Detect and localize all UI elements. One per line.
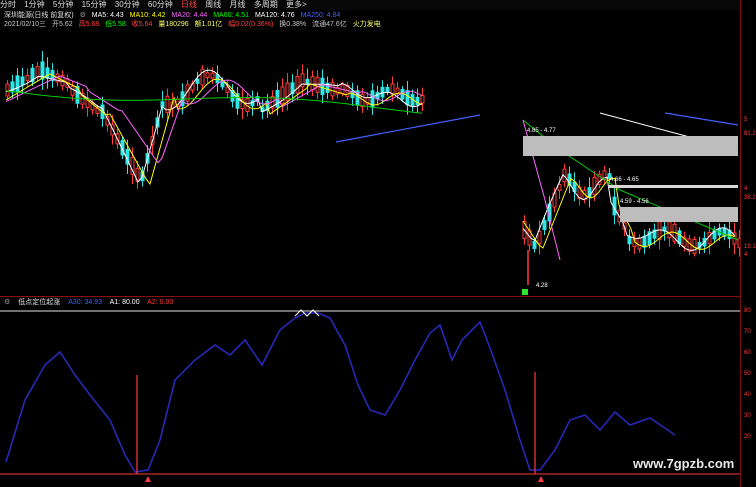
candle-60 <box>305 78 310 85</box>
candle-107 <box>637 237 642 250</box>
indicator-title: 低点定位起涨 <box>18 299 61 306</box>
indicator-a2: A2: 0.00 <box>147 299 174 306</box>
candle-13 <box>70 85 75 96</box>
candle-98 <box>592 177 597 196</box>
candle-31 <box>160 101 165 108</box>
candle-91 <box>557 184 562 191</box>
indicator-a30: A30: 34.93 <box>68 299 103 306</box>
candle-80 <box>405 90 410 106</box>
zone-marker-low <box>522 289 528 295</box>
indicator-a1: A1: 80.00 <box>109 299 140 306</box>
candle-76 <box>385 86 390 93</box>
stock-chart-window: 分时 1分钟 5分钟 15分钟 30分钟 60分钟 日线 周线 月线 多周期 更… <box>0 0 756 487</box>
candle-0 <box>5 83 10 97</box>
axis-top-tick-4: 38.2 <box>744 195 756 201</box>
axis-bottom-tick-70: 70 <box>744 329 751 335</box>
ma20-line <box>5 76 423 164</box>
axis-bottom-tick-40: 40 <box>744 392 751 398</box>
axis-bottom-tick-30: 30 <box>744 413 751 419</box>
candle-75 <box>380 86 385 98</box>
candle-3 <box>20 76 25 86</box>
candle-88 <box>542 220 547 230</box>
axis-top-tick-2: 81.2 <box>744 131 756 137</box>
axis-bottom-tick-80: 80 <box>744 308 751 314</box>
indicator-a30-curve <box>5 312 676 473</box>
candle-38 <box>195 78 200 84</box>
ma250-line-left <box>335 114 481 143</box>
axis-top-tick-5: 19.1 <box>744 244 756 250</box>
candle-115 <box>677 230 682 244</box>
candle-61 <box>310 76 315 91</box>
candle-108 <box>642 235 647 248</box>
candle-111 <box>657 221 662 240</box>
ma250-line-right <box>664 112 739 126</box>
candle-83 <box>420 95 425 104</box>
zone-band-1 <box>523 136 738 156</box>
axis-bottom-tick-20: 20 <box>744 434 751 440</box>
candle-121 <box>707 231 712 245</box>
zone-band-3 <box>620 207 738 222</box>
watermark: www.7gpzb.com <box>633 456 735 471</box>
candle-113 <box>667 221 672 239</box>
zone-label-2: 4.66 - 4.65 <box>610 177 639 183</box>
ma10-line <box>5 73 423 186</box>
candle-58 <box>295 75 300 94</box>
candle-41 <box>210 72 215 79</box>
zone-label-1: 4.85 - 4.77 <box>527 128 556 134</box>
axis-top-tick-3: 4 <box>744 186 748 192</box>
candle-8 <box>45 67 50 79</box>
candle-40 <box>205 72 210 78</box>
candle-86 <box>532 241 537 249</box>
axis-bottom-tick-60: 60 <box>744 350 751 356</box>
signal-arrow-2 <box>538 476 544 482</box>
axis-top-tick-1: 5 <box>744 117 748 123</box>
signal-arrow-1 <box>145 476 151 482</box>
pane-separator[interactable] <box>0 296 740 297</box>
axis-top-tick-6: 4 <box>744 252 748 258</box>
candle-4 <box>25 74 30 82</box>
indicator-settings-icon[interactable]: ⚙ <box>4 299 10 306</box>
price-chart-canvas[interactable] <box>0 0 756 487</box>
indicator-header: ⚙ 低点定位起涨 A30: 34.93 A1: 80.00 A2: 0.00 <box>4 298 179 307</box>
candle-1 <box>10 81 15 93</box>
zone-label-low: 4.28 <box>536 283 548 289</box>
candle-6 <box>35 66 40 78</box>
candle-87 <box>537 230 542 245</box>
candle-2 <box>15 75 20 93</box>
candle-63 <box>320 77 325 95</box>
zone-label-3: 4.59 - 4.56 <box>620 199 649 205</box>
zone-band-2 <box>608 185 738 188</box>
axis-bottom-tick-50: 50 <box>744 371 751 377</box>
ma60-line <box>5 90 423 114</box>
